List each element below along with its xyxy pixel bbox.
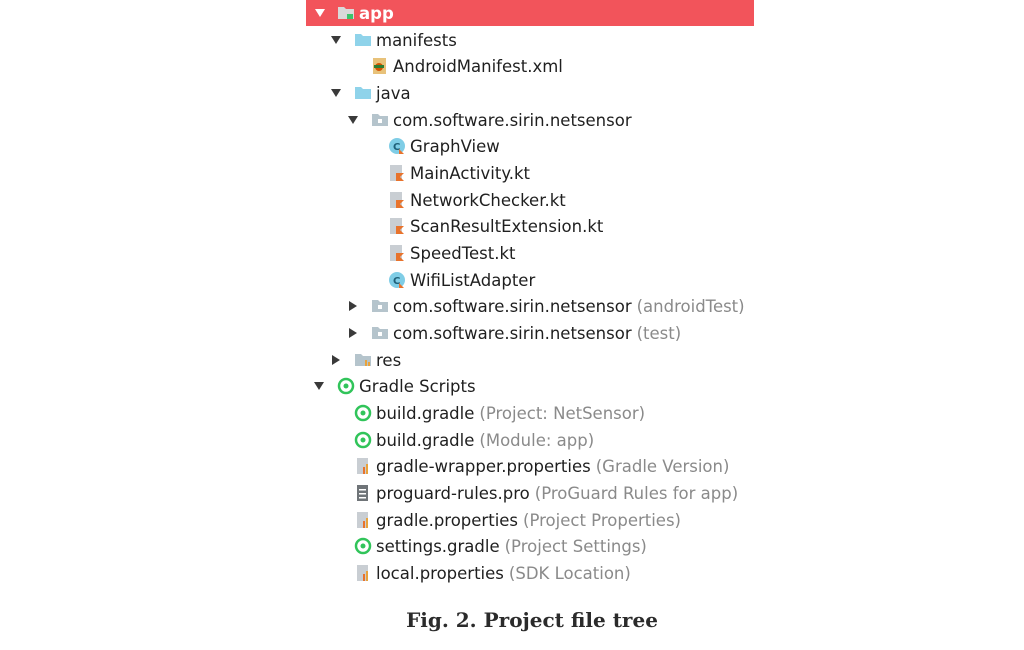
figure-caption: Fig. 2. Project file tree [406,608,658,632]
file-suffix: (Project: NetSensor) [479,403,646,423]
file-name: proguard-rules.pro [376,483,530,503]
kotlin-file-icon [388,191,406,209]
tree-node-build-gradle-project[interactable]: build.gradle (Project: NetSensor) [306,400,754,426]
tree-node-manifests[interactable]: manifests [306,27,754,53]
tree-node-package-main[interactable]: com.software.sirin.netsensor [306,107,754,133]
package-folder-icon [371,297,389,315]
tree-label: gradle-wrapper.properties (Gradle Version… [376,457,729,476]
tree-label: com.software.sirin.netsensor [393,110,632,130]
kotlin-file-icon [388,244,406,262]
tree-label: AndroidManifest.xml [393,56,563,76]
tree-label: Gradle Scripts [359,376,476,396]
package-folder-icon [371,111,389,129]
properties-file-icon [354,457,372,475]
expand-arrow-icon[interactable] [330,87,342,99]
kotlin-class-icon: C [388,271,406,289]
resource-folder-icon [354,351,372,369]
tree-node-speed-test[interactable]: SpeedTest.kt [306,240,754,266]
project-tree: app manifests AndroidManifest.xml java c… [306,0,754,600]
tree-node-wifi-list-adapter[interactable]: C WifiListAdapter [306,267,754,293]
expand-arrow-icon[interactable] [347,114,359,126]
collapse-arrow-icon[interactable] [347,300,359,312]
folder-icon [354,84,372,102]
file-suffix: (Module: app) [479,430,595,450]
tree-label: gradle.properties (Project Properties) [376,511,681,530]
expand-arrow-icon[interactable] [330,34,342,46]
file-suffix: (Project Properties) [523,510,681,530]
file-name: settings.gradle [376,536,500,556]
file-name: gradle-wrapper.properties [376,456,591,476]
tree-node-proguard-rules[interactable]: proguard-rules.pro (ProGuard Rules for ap… [306,480,754,506]
gradle-icon [354,404,372,422]
tree-node-java[interactable]: java [306,80,754,106]
tree-label: java [376,83,411,103]
tree-label: local.properties (SDK Location) [376,564,631,583]
properties-file-icon [354,564,372,582]
tree-node-package-android-test[interactable]: com.software.sirin.netsensor (androidTest… [306,293,754,319]
kotlin-file-icon [388,164,406,182]
tree-label: res [376,350,402,370]
tree-label: ScanResultExtension.kt [410,216,604,236]
expand-arrow-icon[interactable] [313,380,325,392]
tree-label: app [359,3,394,23]
file-suffix: (ProGuard Rules for app) [534,483,739,503]
gradle-icon [337,377,355,395]
tree-label: WifiListAdapter [410,270,536,290]
tree-label: build.gradle (Module: app) [376,431,594,450]
tree-node-res[interactable]: res [306,347,754,373]
tree-label: GraphView [410,136,500,156]
tree-node-graph-view[interactable]: C GraphView [306,133,754,159]
tree-label: settings.gradle (Project Settings) [376,537,647,556]
tree-node-local-properties[interactable]: local.properties (SDK Location) [306,560,754,586]
kotlin-file-icon [388,217,406,235]
tree-node-gradle-scripts[interactable]: Gradle Scripts [306,373,754,399]
tree-label: com.software.sirin.netsensor (test) [393,324,681,343]
file-suffix: (Gradle Version) [595,456,730,476]
collapse-arrow-icon[interactable] [347,327,359,339]
app-module-folder-icon [337,4,355,22]
tree-label: build.gradle (Project: NetSensor) [376,404,645,423]
tree-label: com.software.sirin.netsensor (androidTest… [393,297,745,316]
tree-label: proguard-rules.pro (ProGuard Rules for ap… [376,484,738,503]
tree-node-settings-gradle[interactable]: settings.gradle (Project Settings) [306,533,754,559]
file-name: local.properties [376,563,504,583]
collapse-arrow-icon[interactable] [330,354,342,366]
tree-node-scan-result-extension[interactable]: ScanResultExtension.kt [306,213,754,239]
tree-node-package-test[interactable]: com.software.sirin.netsensor (test) [306,320,754,346]
tree-node-main-activity[interactable]: MainActivity.kt [306,160,754,186]
text-file-icon [354,484,372,502]
file-suffix: (Project Settings) [504,536,647,556]
package-suffix: (androidTest) [636,296,745,316]
gradle-icon [354,537,372,555]
tree-node-network-checker[interactable]: NetworkChecker.kt [306,187,754,213]
package-name: com.software.sirin.netsensor [393,323,632,343]
tree-node-app[interactable]: app [306,0,754,26]
properties-file-icon [354,511,372,529]
gradle-icon [354,431,372,449]
kotlin-class-icon: C [388,137,406,155]
package-suffix: (test) [636,323,682,343]
file-name: build.gradle [376,403,475,423]
tree-node-build-gradle-module[interactable]: build.gradle (Module: app) [306,427,754,453]
tree-label: manifests [376,30,457,50]
file-name: gradle.properties [376,510,519,530]
expand-arrow-icon[interactable] [314,7,326,19]
xml-manifest-icon [371,57,389,75]
tree-node-android-manifest[interactable]: AndroidManifest.xml [306,53,754,79]
tree-node-gradle-wrapper-properties[interactable]: gradle-wrapper.properties (Gradle Version… [306,453,754,479]
package-folder-icon [371,324,389,342]
package-name: com.software.sirin.netsensor [393,296,632,316]
file-name: build.gradle [376,430,475,450]
tree-label: MainActivity.kt [410,163,531,183]
tree-label: SpeedTest.kt [410,243,516,263]
tree-node-gradle-properties[interactable]: gradle.properties (Project Properties) [306,507,754,533]
file-suffix: (SDK Location) [508,563,631,583]
tree-label: NetworkChecker.kt [410,190,566,210]
folder-icon [354,31,372,49]
